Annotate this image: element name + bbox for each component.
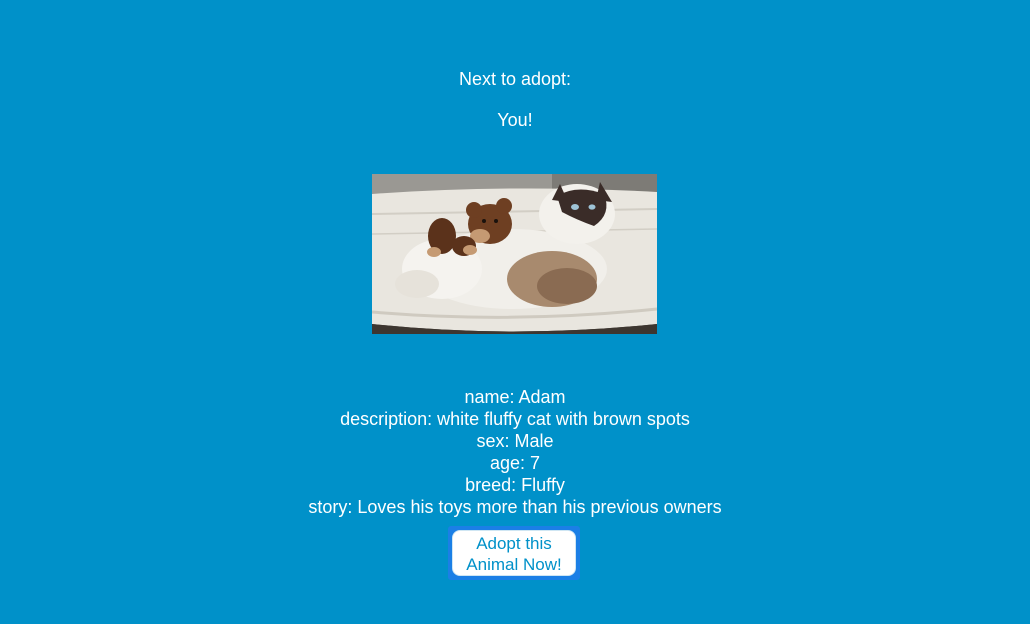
adopt-button-focus-ring: Adopt this Animal Now! bbox=[448, 526, 580, 580]
pet-story: story: Loves his toys more than his prev… bbox=[308, 497, 722, 517]
adoption-page: Next to adopt: You! name: Adam descripti… bbox=[0, 0, 1030, 624]
pet-sex: sex: Male bbox=[476, 431, 554, 451]
pet-name: name: Adam bbox=[464, 387, 566, 407]
you-label: You! bbox=[497, 110, 533, 130]
adopt-button[interactable]: Adopt this Animal Now! bbox=[452, 530, 576, 576]
pet-photo bbox=[372, 174, 657, 334]
pet-age: age: 7 bbox=[489, 453, 541, 473]
pet-details: name: Adam description: white fluffy cat… bbox=[0, 386, 1030, 518]
adopt-button-label-line1: Adopt this bbox=[476, 534, 552, 553]
pet-breed: breed: Fluffy bbox=[465, 475, 565, 495]
next-to-adopt-label: Next to adopt: bbox=[458, 69, 572, 89]
adopt-button-label-line2: Animal Now! bbox=[466, 555, 562, 574]
pet-description: description: white fluffy cat with brown… bbox=[340, 409, 690, 429]
